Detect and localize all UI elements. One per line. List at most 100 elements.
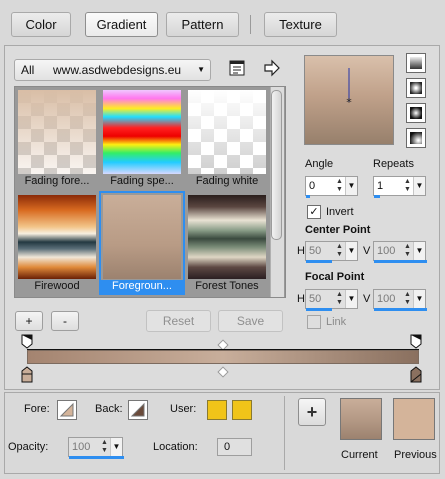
- location-label: Location:: [153, 441, 198, 453]
- stop-marker-icon[interactable]: [20, 334, 40, 350]
- gradient-swatch: [18, 195, 96, 279]
- back-triangle-icon: [130, 402, 145, 417]
- focal-v-spinner[interactable]: 100 ▲ ▼ ▼: [373, 289, 427, 311]
- gradient-editor-bar[interactable]: [27, 350, 419, 364]
- center-v-value: 100: [377, 245, 396, 257]
- style-sunburst-icon[interactable]: [406, 128, 426, 148]
- gradient-swatch: [103, 195, 181, 279]
- focal-h-spinner[interactable]: 50 ▲ ▼ ▼: [305, 289, 358, 311]
- style-radial-glyph: [410, 82, 422, 94]
- angle-value: 0: [309, 180, 316, 192]
- chevron-down-icon[interactable]: ▼: [345, 242, 357, 260]
- chevron-down-icon: ▼: [197, 65, 205, 74]
- current-label: Current: [341, 449, 378, 461]
- gradient-swatch: [188, 195, 266, 279]
- tab-gradient[interactable]: Gradient: [85, 12, 158, 37]
- save-button[interactable]: Save: [218, 310, 283, 332]
- angle-spinner[interactable]: 0 ▲ ▼ ▼: [305, 176, 358, 198]
- tab-color[interactable]: Color: [11, 12, 71, 37]
- gradient-thumb[interactable]: Fading spe...: [101, 88, 183, 188]
- gradient-thumb[interactable]: Forest Tones: [186, 193, 268, 293]
- tab-separator: [250, 15, 251, 34]
- chevron-down-icon[interactable]: ▼: [413, 290, 425, 308]
- gradient-library-grid: Fading fore... Fading spe... Fading whit…: [14, 86, 286, 298]
- scrollbar-thumb[interactable]: [271, 90, 282, 240]
- center-v-slider-fill: [374, 260, 427, 263]
- center-v-label: V: [363, 245, 371, 257]
- fore-swatch[interactable]: [57, 400, 77, 420]
- center-h-slider-fill: [306, 260, 332, 263]
- gradient-name: Firewood: [34, 280, 80, 292]
- chevron-down-icon[interactable]: ▼: [110, 438, 122, 456]
- gradient-name: Foregroun...: [101, 280, 183, 293]
- library-menu-icon[interactable]: [227, 58, 247, 78]
- previous-swatch[interactable]: [393, 398, 435, 440]
- style-rectangular-icon[interactable]: [406, 103, 426, 123]
- stop-marker-icon[interactable]: [409, 366, 429, 384]
- spinner-arrows-icon[interactable]: ▲ ▼: [402, 291, 413, 307]
- gradient-name: Fading white: [195, 175, 259, 187]
- user-swatch[interactable]: [232, 400, 252, 420]
- style-rectangular-glyph: [410, 107, 422, 119]
- opacity-spinner[interactable]: 100 ▲ ▼ ▼: [68, 437, 124, 459]
- gradient-thumb[interactable]: Firewood: [16, 193, 98, 293]
- center-h-value: 50: [309, 245, 322, 257]
- library-select[interactable]: All www.asdwebdesigns.eu ▼: [14, 59, 211, 81]
- fore-label: Fore:: [24, 403, 50, 415]
- focal-v-value: 100: [377, 293, 396, 305]
- link-checkbox[interactable]: [307, 315, 321, 329]
- fore-triangle-icon: [59, 402, 74, 417]
- chevron-down-icon[interactable]: ▼: [413, 242, 425, 260]
- angle-handle-icon: *: [346, 68, 352, 109]
- spinner-arrows-icon[interactable]: ▲ ▼: [334, 291, 345, 307]
- svg-text:*: *: [346, 96, 352, 109]
- location-field[interactable]: 0: [217, 438, 252, 456]
- gradient-thumb-selected[interactable]: Foregroun...: [99, 191, 185, 295]
- arrow-right-icon[interactable]: [262, 58, 282, 78]
- spinner-arrows-icon[interactable]: ▲ ▼: [99, 439, 110, 455]
- spinner-arrows-icon[interactable]: ▲ ▼: [334, 243, 345, 259]
- invert-label: Invert: [326, 206, 354, 218]
- reset-button[interactable]: Reset: [146, 310, 211, 332]
- user-swatch[interactable]: [207, 400, 227, 420]
- chevron-down-icon[interactable]: ▼: [345, 177, 357, 195]
- spinner-arrows-icon[interactable]: ▲ ▼: [402, 243, 413, 259]
- style-linear-icon[interactable]: [406, 53, 426, 73]
- tab-pattern[interactable]: Pattern: [166, 12, 239, 37]
- gradient-thumb[interactable]: Fading fore...: [16, 88, 98, 188]
- tab-texture[interactable]: Texture: [264, 12, 337, 37]
- style-linear-glyph: [410, 57, 422, 69]
- focal-h-label: H: [297, 293, 305, 305]
- panel-divider: [284, 396, 285, 470]
- chevron-down-icon[interactable]: ▼: [413, 177, 425, 195]
- gradient-swatch: [18, 90, 96, 174]
- focal-h-slider-fill: [306, 308, 332, 311]
- opacity-slider-fill: [69, 456, 124, 459]
- gradient-preview[interactable]: *: [304, 55, 394, 145]
- style-radial-icon[interactable]: [406, 78, 426, 98]
- center-h-spinner[interactable]: 50 ▲ ▼ ▼: [305, 241, 358, 263]
- repeats-slider-fill: [374, 195, 380, 198]
- spinner-arrows-icon[interactable]: ▲ ▼: [402, 178, 413, 194]
- focal-h-value: 50: [309, 293, 322, 305]
- chevron-down-icon[interactable]: ▼: [345, 290, 357, 308]
- add-gradient-button[interactable]: +: [15, 311, 43, 331]
- opacity-value: 100: [72, 441, 91, 453]
- gradient-swatch: [188, 90, 266, 174]
- gradient-name: Fading spe...: [110, 175, 174, 187]
- repeats-label: Repeats: [373, 158, 414, 170]
- invert-checkbox[interactable]: ✓: [307, 205, 321, 219]
- remove-gradient-button[interactable]: -: [51, 311, 79, 331]
- gradient-name: Forest Tones: [195, 280, 259, 292]
- focal-v-slider-fill: [374, 308, 427, 311]
- angle-slider-fill: [306, 195, 310, 198]
- add-icon[interactable]: +: [298, 398, 326, 426]
- center-v-spinner[interactable]: 100 ▲ ▼ ▼: [373, 241, 427, 263]
- repeats-spinner[interactable]: 1 ▲ ▼ ▼: [373, 176, 426, 198]
- gradient-swatch: [103, 90, 181, 174]
- gradient-thumb[interactable]: Fading white: [186, 88, 268, 188]
- spinner-arrows-icon[interactable]: ▲ ▼: [334, 178, 345, 194]
- stop-marker-icon[interactable]: [409, 334, 429, 350]
- back-swatch[interactable]: [128, 400, 148, 420]
- stop-marker-icon[interactable]: [20, 366, 40, 384]
